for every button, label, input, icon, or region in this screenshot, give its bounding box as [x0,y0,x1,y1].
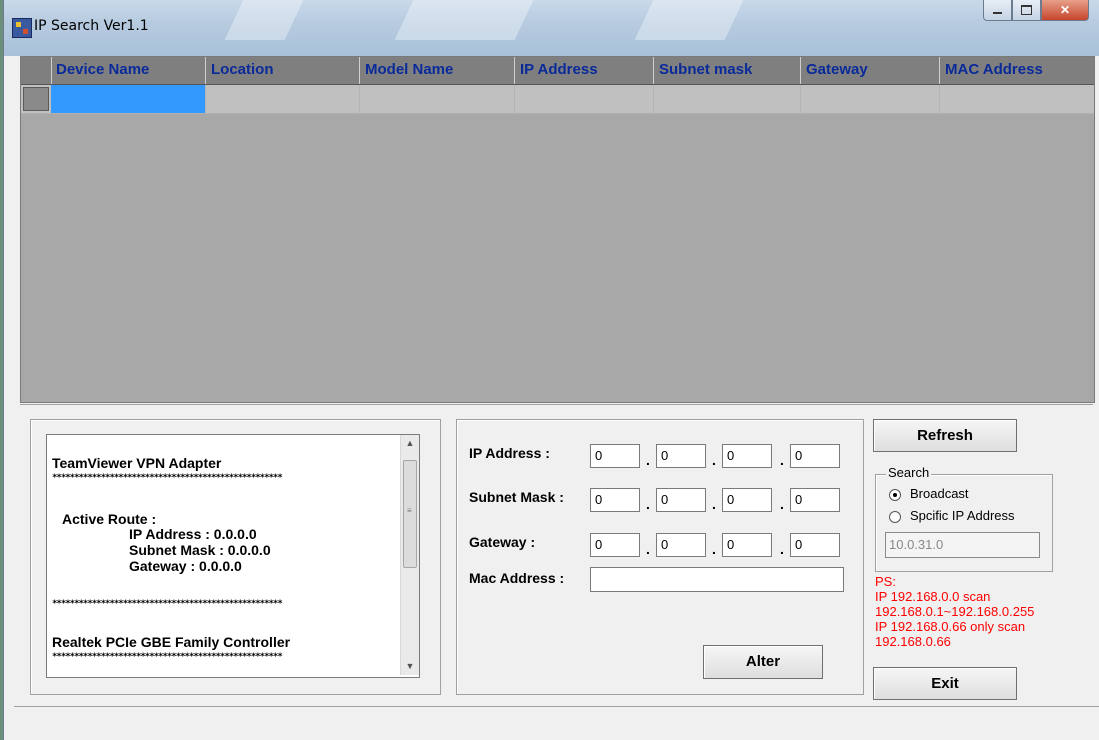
dot-separator: . [712,541,716,557]
table-cell[interactable] [940,85,1094,113]
window-controls: ✕ [983,0,1089,22]
route-ip-address: IP Address : 0.0.0.0 [129,526,257,542]
route-gateway: Gateway : 0.0.0.0 [129,558,242,574]
ps-note-title: PS: [875,574,896,589]
status-bar [14,706,1099,733]
table-cell[interactable] [515,85,654,113]
table-cell[interactable] [360,85,515,113]
alter-button[interactable]: Alter [703,645,823,679]
ip-octet-2[interactable]: 0 [656,444,706,468]
column-header-ip-address[interactable]: IP Address [515,57,654,84]
close-button[interactable]: ✕ [1041,0,1089,21]
gateway-label: Gateway : [469,534,536,550]
adapter-info-scrollbar[interactable]: ▲ ≡ ▼ [400,435,419,675]
subnet-octet-2[interactable]: 0 [656,488,706,512]
refresh-button[interactable]: Refresh [873,419,1017,452]
minimize-button[interactable] [983,0,1012,21]
column-header-model-name[interactable]: Model Name [360,57,515,84]
title-glass-streak [394,0,534,40]
scroll-thumb[interactable]: ≡ [403,460,417,568]
ps-note-line: 192.168.0.1~192.168.0.255 [875,604,1035,619]
adapter2-name: Realtek PCIe GBE Family Controller [52,634,291,650]
gateway-octet-1[interactable]: 0 [590,533,640,557]
ip-octet-1[interactable]: 0 [590,444,640,468]
mac-address-field[interactable] [590,567,844,592]
scroll-up-icon[interactable]: ▲ [401,435,419,452]
exit-button[interactable]: Exit [873,667,1017,700]
subnet-octet-1[interactable]: 0 [590,488,640,512]
title-glass-streak [224,0,304,40]
device-grid[interactable]: Device Name Location Model Name IP Addre… [20,56,1095,403]
ps-note-line: IP 192.168.0.66 only scan [875,619,1026,634]
grid-header: Device Name Location Model Name IP Addre… [21,57,1094,85]
window-title: IP Search Ver1.1 [34,18,149,34]
column-header-gateway[interactable]: Gateway [801,57,940,84]
maximize-button[interactable] [1012,0,1041,21]
specific-ip-radio[interactable] [889,511,901,523]
dot-separator: . [780,496,784,512]
title-bar[interactable]: IP Search Ver1.1 ✕ [4,0,1099,56]
table-row[interactable] [21,85,1094,114]
subnet-mask-label: Subnet Mask : [469,489,564,505]
dot-separator: . [646,452,650,468]
separator-stars: ****************************************… [52,599,283,609]
maximize-icon [1021,5,1032,15]
separator-stars: ****************************************… [52,652,283,662]
route-subnet-mask: Subnet Mask : 0.0.0.0 [129,542,271,558]
column-header-location[interactable]: Location [206,57,360,84]
app-icon [12,18,32,38]
dot-separator: . [646,496,650,512]
minimize-icon [993,12,1002,14]
dot-separator: . [646,541,650,557]
table-cell[interactable] [206,85,360,113]
mac-address-label: Mac Address : [469,570,565,586]
dot-separator: . [712,496,716,512]
ps-note-line: 192.168.0.66 [875,634,951,649]
dot-separator: . [712,452,716,468]
separator-stars: ****************************************… [52,473,283,483]
specific-ip-radio-label[interactable]: Spcific IP Address [910,508,1015,523]
row-selector[interactable] [23,87,49,111]
grip-icon: ≡ [407,506,412,515]
scroll-down-icon[interactable]: ▼ [401,658,419,675]
adapter-info-textarea[interactable]: TeamViewer VPN Adapter *****************… [46,434,420,678]
grid-corner [21,57,52,84]
table-cell[interactable] [654,85,801,113]
adapter1-name: TeamViewer VPN Adapter [52,455,222,471]
close-icon: ✕ [1059,3,1071,17]
table-cell[interactable] [801,85,940,113]
active-route-label: Active Route : [62,511,157,527]
broadcast-radio-label[interactable]: Broadcast [910,486,969,501]
gateway-octet-4[interactable]: 0 [790,533,840,557]
divider [20,404,1093,405]
ps-note-line: IP 192.168.0.0 scan [875,589,991,604]
specific-ip-input[interactable]: 10.0.31.0 [885,532,1040,558]
title-glass-streak [634,0,744,40]
gateway-octet-2[interactable]: 0 [656,533,706,557]
broadcast-radio[interactable] [889,489,901,501]
app-window: IP Search Ver1.1 ✕ Device Name Location … [4,0,1099,740]
column-header-subnet-mask[interactable]: Subnet mask [654,57,801,84]
ip-octet-4[interactable]: 0 [790,444,840,468]
dot-separator: . [780,541,784,557]
table-cell-selected[interactable] [51,85,206,113]
ip-address-label: IP Address : [469,445,550,461]
search-group-legend: Search [886,465,932,480]
subnet-octet-4[interactable]: 0 [790,488,840,512]
subnet-octet-3[interactable]: 0 [722,488,772,512]
dot-separator: . [780,452,784,468]
gateway-octet-3[interactable]: 0 [722,533,772,557]
column-header-device-name[interactable]: Device Name [51,57,206,84]
ip-octet-3[interactable]: 0 [722,444,772,468]
column-header-mac-address[interactable]: MAC Address [940,57,1094,84]
